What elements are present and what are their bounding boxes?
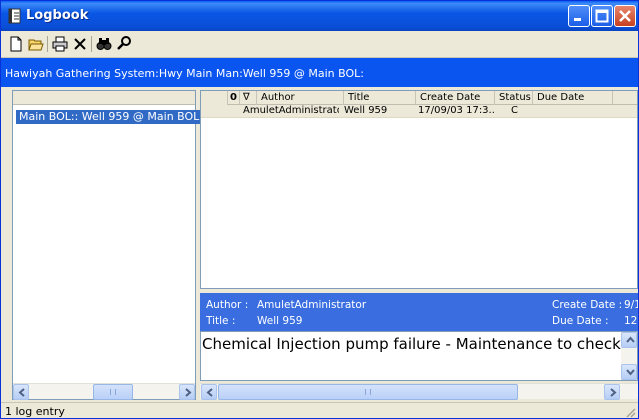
properties-icon	[117, 36, 131, 50]
tree-header	[13, 91, 195, 105]
chevron-left-icon	[206, 388, 213, 397]
print-button[interactable]	[51, 35, 69, 53]
scroll-up-button[interactable]	[621, 332, 637, 348]
column-flag[interactable]: ∇	[240, 91, 257, 105]
new-entry-button[interactable]	[7, 35, 25, 53]
due-date-value: 12	[624, 315, 638, 327]
minimize-icon	[574, 18, 581, 21]
open-folder-icon	[28, 39, 44, 51]
title-value: Well 959	[257, 315, 303, 327]
grid-horizontal-scrollbar[interactable]	[200, 383, 638, 400]
resize-grip-icon[interactable]	[624, 406, 636, 418]
create-date-value: 9/1	[624, 299, 638, 311]
notebook-icon	[7, 8, 23, 24]
properties-button[interactable]	[115, 35, 133, 53]
chevron-up-icon	[626, 336, 635, 343]
status-bar: 1 log entry	[1, 402, 638, 418]
entry-text-area[interactable]: Chemical Injection pump failure - Mainte…	[200, 331, 638, 381]
find-icon	[96, 38, 112, 50]
grid-header: 0 ∇ Author Title Create Date Status Due …	[201, 91, 637, 105]
column-create-date[interactable]: Create Date	[416, 91, 495, 105]
grid-scroll-right-button[interactable]	[604, 384, 620, 400]
delete-icon	[74, 38, 86, 50]
column-due-date[interactable]: Due Date	[533, 91, 613, 105]
scroll-left-button[interactable]	[13, 384, 29, 400]
column-title[interactable]: Title	[344, 91, 416, 105]
close-button[interactable]	[614, 5, 636, 27]
delete-button[interactable]	[71, 35, 89, 53]
new-entry-icon	[10, 36, 22, 52]
author-label: Author :	[206, 299, 249, 311]
tree-pane[interactable]: Main BOL:: Well 959 @ Main BOL	[12, 90, 203, 400]
location-path: Hawiyah Gathering System:Hwy Main Man:We…	[1, 58, 638, 87]
grid-scroll-thumb[interactable]	[218, 384, 518, 400]
tree-horizontal-scrollbar[interactable]	[13, 383, 195, 400]
chevron-left-icon	[18, 388, 25, 397]
toolbar	[1, 31, 638, 58]
minimize-button[interactable]	[568, 5, 590, 27]
title-bar[interactable]: Logbook	[1, 1, 638, 31]
chevron-right-icon	[610, 388, 617, 397]
cell-status: C	[511, 105, 518, 116]
column-status[interactable]: Status	[495, 91, 533, 105]
column-author[interactable]: Author	[257, 91, 344, 105]
scroll-down-button[interactable]	[621, 364, 637, 380]
create-date-label: Create Date :	[552, 299, 623, 311]
tree-item-selected[interactable]: Main BOL:: Well 959 @ Main BOL	[16, 110, 203, 124]
cell-due-date	[533, 105, 613, 118]
column-attachment[interactable]: 0	[228, 91, 240, 105]
chevron-down-icon	[626, 369, 635, 376]
maximize-icon	[595, 9, 609, 23]
status-text: 1 log entry	[5, 405, 65, 418]
cell-title: Well 959	[344, 105, 388, 116]
grid-scroll-left-button[interactable]	[201, 384, 217, 400]
entry-detail-header: Author : AmuletAdministrator Title : Wel…	[200, 293, 638, 331]
scroll-right-button[interactable]	[179, 384, 195, 400]
print-icon	[52, 36, 68, 52]
author-value: AmuletAdministrator	[257, 299, 367, 311]
find-button[interactable]	[95, 35, 113, 53]
title-label: Title :	[206, 315, 236, 327]
text-vertical-scrollbar[interactable]	[621, 332, 637, 380]
cell-author: AmuletAdministrator	[243, 105, 339, 116]
due-date-label: Due Date :	[552, 315, 609, 327]
table-row[interactable]: AmuletAdministrator Well 959 17/09/03 17…	[201, 105, 637, 118]
logbook-window: Logbook Hawiyah Gathering System:Hwy Mai…	[0, 0, 639, 419]
open-button[interactable]	[27, 35, 45, 53]
scroll-thumb[interactable]	[93, 384, 133, 400]
entry-text: Chemical Injection pump failure - Mainte…	[202, 335, 621, 353]
log-entries-grid[interactable]: 0 ∇ Author Title Create Date Status Due …	[200, 90, 638, 289]
maximize-button[interactable]	[591, 5, 613, 27]
window-title: Logbook	[26, 8, 89, 23]
cell-create-date: 17/09/03 17:3...	[418, 105, 494, 116]
chevron-right-icon	[185, 388, 192, 397]
close-icon	[619, 10, 631, 22]
